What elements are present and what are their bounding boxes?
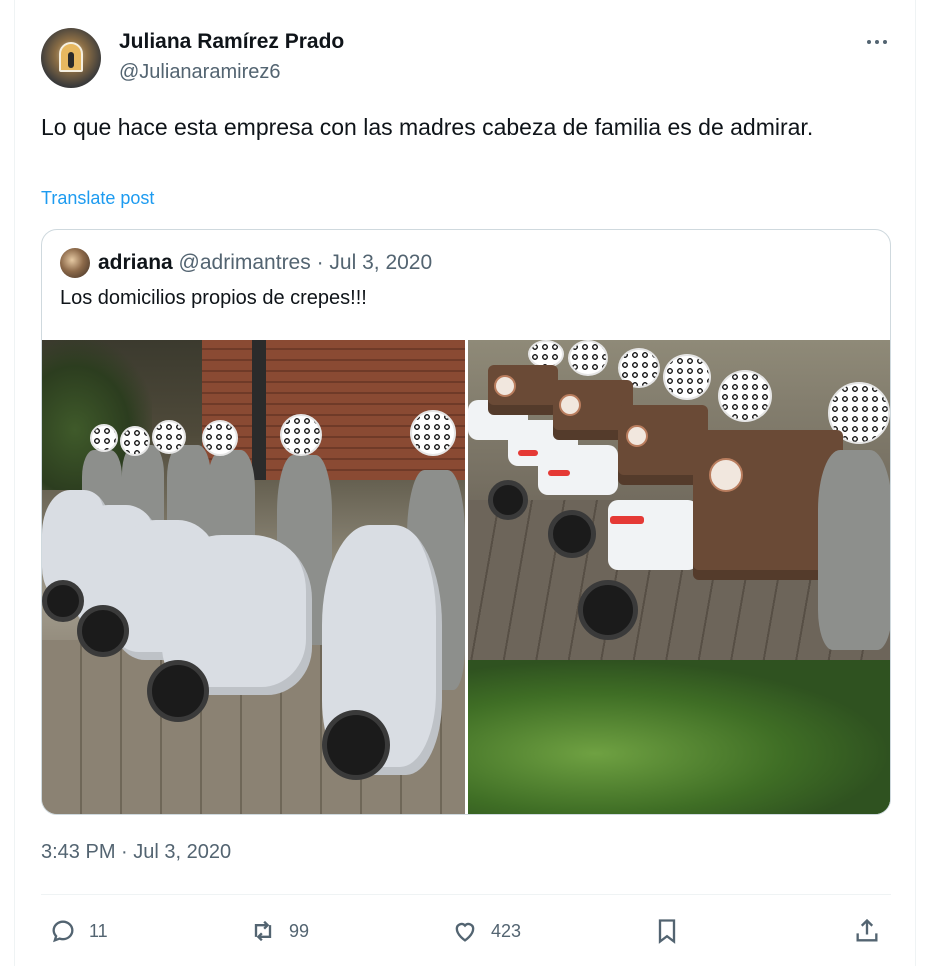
repost-count: 99 bbox=[289, 920, 310, 941]
repost-icon bbox=[254, 920, 272, 942]
author-avatar[interactable] bbox=[41, 28, 101, 88]
date-separator: · bbox=[310, 251, 330, 274]
post-card: Juliana Ramírez Prado @Julianaramirez6 L… bbox=[14, 0, 916, 966]
share-button[interactable] bbox=[853, 914, 881, 948]
post-timestamp[interactable]: 3:43 PM · Jul 3, 2020 bbox=[41, 841, 231, 864]
quoted-author-handle[interactable]: @adrimantres bbox=[179, 251, 311, 274]
quoted-author-name[interactable]: adriana bbox=[98, 251, 173, 274]
post-text: Lo que hace esta empresa con las madres … bbox=[41, 114, 814, 140]
bookmark-icon bbox=[658, 919, 676, 944]
photo-scooters-delivery-boxes[interactable] bbox=[468, 340, 890, 814]
author-handle[interactable]: @Julianaramirez6 bbox=[119, 61, 280, 84]
like-icon bbox=[455, 922, 475, 942]
more-icon[interactable] bbox=[863, 28, 891, 56]
quoted-post[interactable]: adriana @adrimantres · Jul 3, 2020 Los d… bbox=[41, 229, 891, 815]
quoted-post-media bbox=[42, 340, 890, 814]
share-icon bbox=[856, 918, 878, 942]
bookmark-button[interactable] bbox=[653, 914, 681, 948]
quoted-post-header: adriana @adrimantres · Jul 3, 2020 bbox=[98, 251, 432, 275]
like-count: 423 bbox=[491, 920, 522, 941]
photo-riders-lineup[interactable] bbox=[42, 340, 465, 814]
reply-icon bbox=[52, 920, 74, 943]
reply-count: 11 bbox=[89, 920, 108, 941]
author-name[interactable]: Juliana Ramírez Prado bbox=[119, 30, 344, 54]
reply-button[interactable]: 11 bbox=[49, 914, 108, 948]
repost-button[interactable]: 99 bbox=[249, 914, 309, 948]
like-button[interactable]: 423 bbox=[451, 914, 521, 948]
quoted-post-text: Los domicilios propios de crepes!!! bbox=[60, 287, 367, 309]
quoted-post-date[interactable]: Jul 3, 2020 bbox=[329, 251, 432, 274]
translate-post-link[interactable]: Translate post bbox=[41, 188, 154, 209]
divider bbox=[41, 894, 891, 895]
quoted-author-avatar[interactable] bbox=[60, 248, 90, 278]
